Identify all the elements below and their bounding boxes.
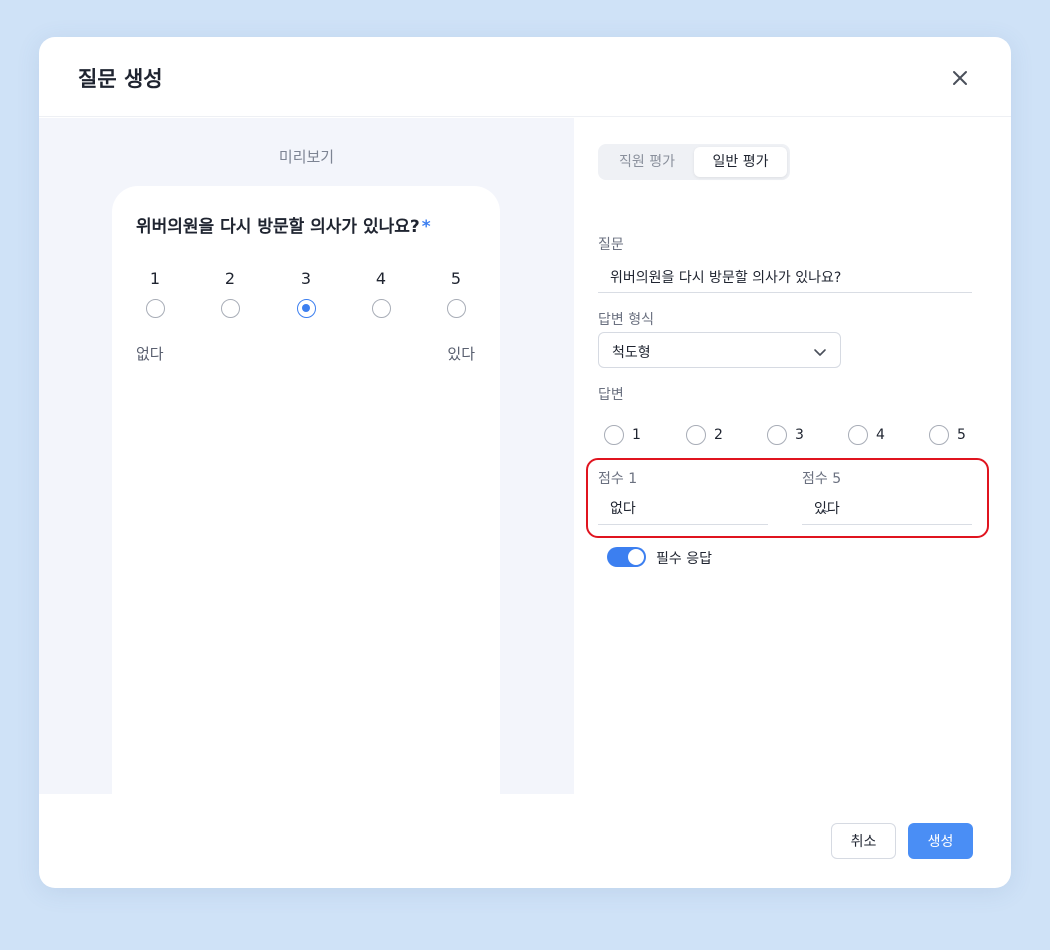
score-max-label: 점수 5 [802, 471, 842, 487]
preview-radio[interactable] [220, 299, 240, 318]
answer-type-label: 답변 형식 [598, 312, 654, 328]
preview-scale-number: 1 [149, 269, 161, 288]
preview-min-label: 없다 [136, 345, 164, 363]
answer-radio[interactable] [848, 425, 868, 445]
preview-scale-number: 2 [224, 269, 236, 288]
create-button[interactable]: 생성 [908, 823, 973, 859]
score-min-input[interactable] [598, 492, 768, 525]
evaluation-type-tabs: 직원 평가 일반 평가 [598, 144, 790, 180]
answer-radio[interactable] [686, 425, 706, 445]
score-max-input[interactable] [802, 492, 972, 525]
preview-pane: 미리보기 위버의원을 다시 방문할 의사가 있나요? * 1 2 3 4 5 없… [39, 118, 574, 794]
answer-type-select[interactable]: 척도형 [598, 332, 841, 368]
preview-radio-selected[interactable] [296, 299, 316, 318]
answer-option[interactable]: 5 [929, 424, 966, 446]
create-question-modal: 질문 생성 미리보기 위버의원을 다시 방문할 의사가 있나요? * 1 2 3… [39, 37, 1011, 888]
preview-scale-option[interactable]: 1 [135, 268, 175, 318]
preview-scale-option[interactable]: 5 [436, 268, 476, 318]
answer-number: 2 [714, 427, 723, 443]
answer-radio[interactable] [604, 425, 624, 445]
preview-question-text: 위버의원을 다시 방문할 의사가 있나요? [136, 217, 420, 237]
answer-number: 4 [876, 427, 885, 443]
preview-scale-option[interactable]: 3 [286, 268, 326, 318]
preview-scale-option[interactable]: 2 [210, 268, 250, 318]
modal-header: 질문 생성 [39, 37, 1011, 117]
preview-radio[interactable] [145, 299, 165, 318]
modal-title: 질문 생성 [78, 67, 163, 91]
chevron-down-icon [814, 349, 826, 356]
required-toggle-label: 필수 응답 [656, 551, 712, 567]
answer-number: 3 [795, 427, 804, 443]
form-pane: 직원 평가 일반 평가 질문 답변 형식 척도형 답변 1 2 3 [574, 118, 1011, 794]
cancel-button[interactable]: 취소 [831, 823, 896, 859]
preview-radio[interactable] [446, 299, 466, 318]
answer-options: 1 2 3 4 5 [598, 424, 978, 448]
tab-general-evaluation[interactable]: 일반 평가 [694, 147, 787, 177]
answer-option[interactable]: 4 [848, 424, 885, 446]
preview-scale: 1 2 3 4 5 [112, 268, 500, 328]
tab-employee-evaluation[interactable]: 직원 평가 [601, 147, 693, 177]
preview-question: 위버의원을 다시 방문할 의사가 있나요? * [136, 212, 431, 237]
required-toggle[interactable] [607, 547, 646, 567]
answer-number: 5 [957, 427, 966, 443]
preview-scale-number: 3 [300, 269, 312, 288]
score-min-label: 점수 1 [598, 471, 638, 487]
required-mark: * [421, 217, 431, 237]
question-input[interactable] [598, 262, 972, 293]
close-icon [953, 71, 967, 85]
answer-number: 1 [632, 427, 641, 443]
close-button[interactable] [945, 63, 975, 93]
preview-scale-number: 5 [450, 269, 462, 288]
answer-type-value: 척도형 [612, 345, 651, 361]
preview-scale-option[interactable]: 4 [361, 268, 401, 318]
preview-label: 미리보기 [278, 148, 335, 166]
answer-radio[interactable] [929, 425, 949, 445]
preview-card: 위버의원을 다시 방문할 의사가 있나요? * 1 2 3 4 5 없다 있다 [112, 186, 500, 794]
preview-max-label: 있다 [447, 345, 475, 363]
answer-option[interactable]: 3 [767, 424, 804, 446]
preview-radio[interactable] [371, 299, 391, 318]
preview-scale-number: 4 [375, 269, 387, 288]
answer-option[interactable]: 1 [604, 424, 641, 446]
toggle-knob [628, 549, 644, 565]
answer-radio[interactable] [767, 425, 787, 445]
question-label: 질문 [598, 237, 624, 253]
answers-label: 답변 [598, 387, 624, 403]
answer-option[interactable]: 2 [686, 424, 723, 446]
